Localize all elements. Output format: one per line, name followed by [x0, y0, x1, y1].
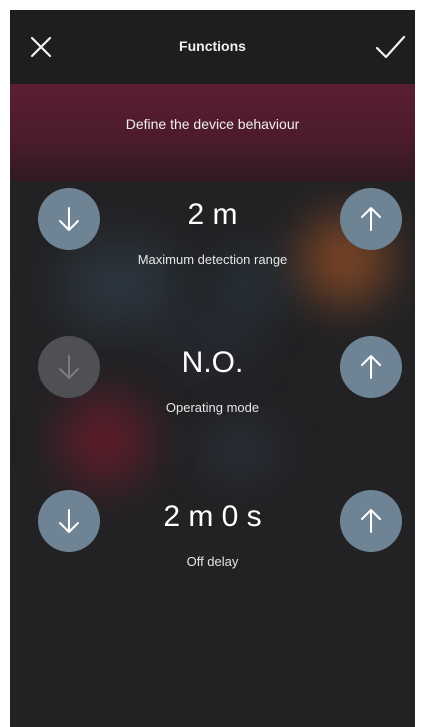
function-value: 2 m 0 s [163, 500, 262, 533]
section-subtitle: Define the device behaviour [125, 116, 300, 132]
arrow-up-icon [361, 509, 381, 533]
function-label: Operating mode [165, 400, 260, 415]
function-row-operating-mode: N.O. Operating mode [10, 330, 415, 440]
function-label: Off delay [186, 554, 239, 569]
page-title: Functions [179, 38, 246, 54]
function-value: N.O. [181, 346, 244, 379]
arrow-down-icon [59, 355, 79, 379]
top-bar: Functions [10, 10, 415, 84]
confirm-button[interactable] [373, 30, 407, 64]
app-screen: Functions Define the device behaviour 2 … [10, 10, 415, 727]
function-row-off-delay: 2 m 0 s Off delay [10, 484, 415, 594]
arrow-down-icon [59, 207, 79, 231]
function-label: Maximum detection range [137, 252, 288, 267]
decrease-button[interactable] [38, 490, 100, 552]
function-value: 2 m [187, 198, 238, 231]
decrease-button[interactable] [38, 336, 100, 398]
decrease-button[interactable] [38, 188, 100, 250]
arrow-up-icon [361, 355, 381, 379]
section-banner: Define the device behaviour [10, 84, 415, 182]
increase-button[interactable] [340, 490, 402, 552]
checkmark-icon [375, 35, 406, 59]
arrow-down-icon [59, 509, 79, 533]
increase-button[interactable] [340, 336, 402, 398]
arrow-up-icon [361, 207, 381, 231]
function-row-detection-range: 2 m Maximum detection range [10, 182, 415, 292]
increase-button[interactable] [340, 188, 402, 250]
